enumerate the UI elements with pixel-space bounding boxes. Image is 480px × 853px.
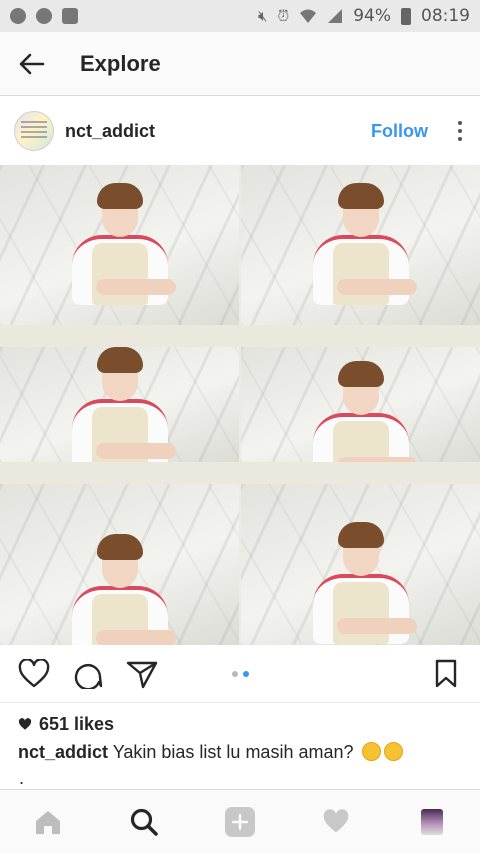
likes-label: 651 likes bbox=[39, 714, 115, 734]
avatar-logo bbox=[21, 121, 47, 141]
nav-add-button[interactable] bbox=[212, 794, 268, 850]
status-bar: 🔇︎ ⏰︎ 94% 08:19 bbox=[0, 0, 480, 32]
bottom-nav bbox=[0, 789, 480, 853]
photo-person bbox=[65, 347, 176, 462]
photo-tile bbox=[241, 165, 480, 325]
add-icon bbox=[225, 806, 255, 837]
caption-text: Yakin bias list lu masih aman? bbox=[112, 742, 354, 762]
photo-person bbox=[306, 183, 417, 323]
photo-tile bbox=[241, 347, 480, 462]
carousel-indicator bbox=[232, 671, 249, 677]
alarm-icon: ⏰︎ bbox=[277, 7, 290, 25]
post-caption: nct_addict Yakin bias list lu masih aman… bbox=[18, 742, 403, 763]
nav-profile-button[interactable] bbox=[404, 794, 460, 850]
status-bar-right: 🔇︎ ⏰︎ 94% 08:19 bbox=[258, 6, 470, 26]
bookmark-icon bbox=[435, 659, 457, 687]
likes-count[interactable]: 651 likes bbox=[18, 714, 114, 735]
photo-person bbox=[65, 534, 176, 645]
photo-person bbox=[65, 183, 176, 323]
photo-divider bbox=[0, 462, 480, 484]
more-vertical-icon bbox=[458, 121, 462, 125]
photo-person bbox=[306, 361, 417, 462]
photo-tile bbox=[0, 347, 239, 462]
back-button[interactable] bbox=[0, 32, 64, 96]
snapchat-icon bbox=[36, 8, 52, 24]
photo-divider bbox=[0, 325, 480, 347]
app-notification-icon bbox=[10, 8, 26, 24]
status-bar-left bbox=[10, 8, 78, 24]
photo-tile bbox=[0, 165, 239, 325]
caption-username[interactable]: nct_addict bbox=[18, 742, 108, 762]
photo-tile bbox=[241, 484, 480, 645]
signal-icon bbox=[328, 9, 343, 23]
post-header: nct_addict Follow bbox=[0, 97, 480, 165]
follow-button[interactable]: Follow bbox=[371, 121, 428, 142]
profile-avatar bbox=[421, 808, 443, 835]
share-icon bbox=[126, 661, 158, 688]
save-button[interactable] bbox=[428, 656, 464, 692]
comment-button[interactable] bbox=[70, 656, 106, 692]
arrow-left-icon bbox=[19, 53, 45, 74]
status-time: 08:19 bbox=[421, 6, 470, 26]
post-actions bbox=[0, 645, 480, 703]
home-icon bbox=[36, 810, 60, 834]
carousel-dot-active bbox=[243, 671, 249, 677]
laughing-emoji-icon bbox=[361, 742, 381, 761]
nav-home-button[interactable] bbox=[20, 794, 76, 850]
caption-continuation: . bbox=[19, 768, 25, 788]
photo-person bbox=[306, 522, 417, 645]
battery-percent: 94% bbox=[353, 6, 391, 26]
gallery-icon bbox=[62, 8, 78, 24]
carousel-dot bbox=[232, 671, 238, 677]
top-bar: Explore bbox=[0, 32, 480, 96]
page-title: Explore bbox=[80, 50, 161, 76]
wifi-icon bbox=[300, 9, 317, 23]
search-icon bbox=[130, 808, 158, 836]
laughing-emoji-icon bbox=[383, 742, 403, 761]
nav-activity-button[interactable] bbox=[308, 794, 364, 850]
activity-heart-icon bbox=[323, 808, 349, 832]
post-photo[interactable] bbox=[0, 165, 480, 645]
post-username[interactable]: nct_addict bbox=[65, 121, 155, 142]
share-button[interactable] bbox=[124, 656, 160, 692]
heart-icon bbox=[18, 658, 50, 687]
photo-tile bbox=[0, 484, 239, 645]
more-options-button[interactable] bbox=[454, 121, 466, 141]
comment-icon bbox=[74, 663, 103, 689]
mute-icon: 🔇︎ bbox=[258, 7, 268, 25]
like-button[interactable] bbox=[16, 656, 52, 692]
battery-icon bbox=[401, 7, 411, 25]
likes-heart-icon bbox=[18, 718, 32, 730]
avatar[interactable] bbox=[14, 111, 54, 151]
nav-search-button[interactable] bbox=[116, 794, 172, 850]
